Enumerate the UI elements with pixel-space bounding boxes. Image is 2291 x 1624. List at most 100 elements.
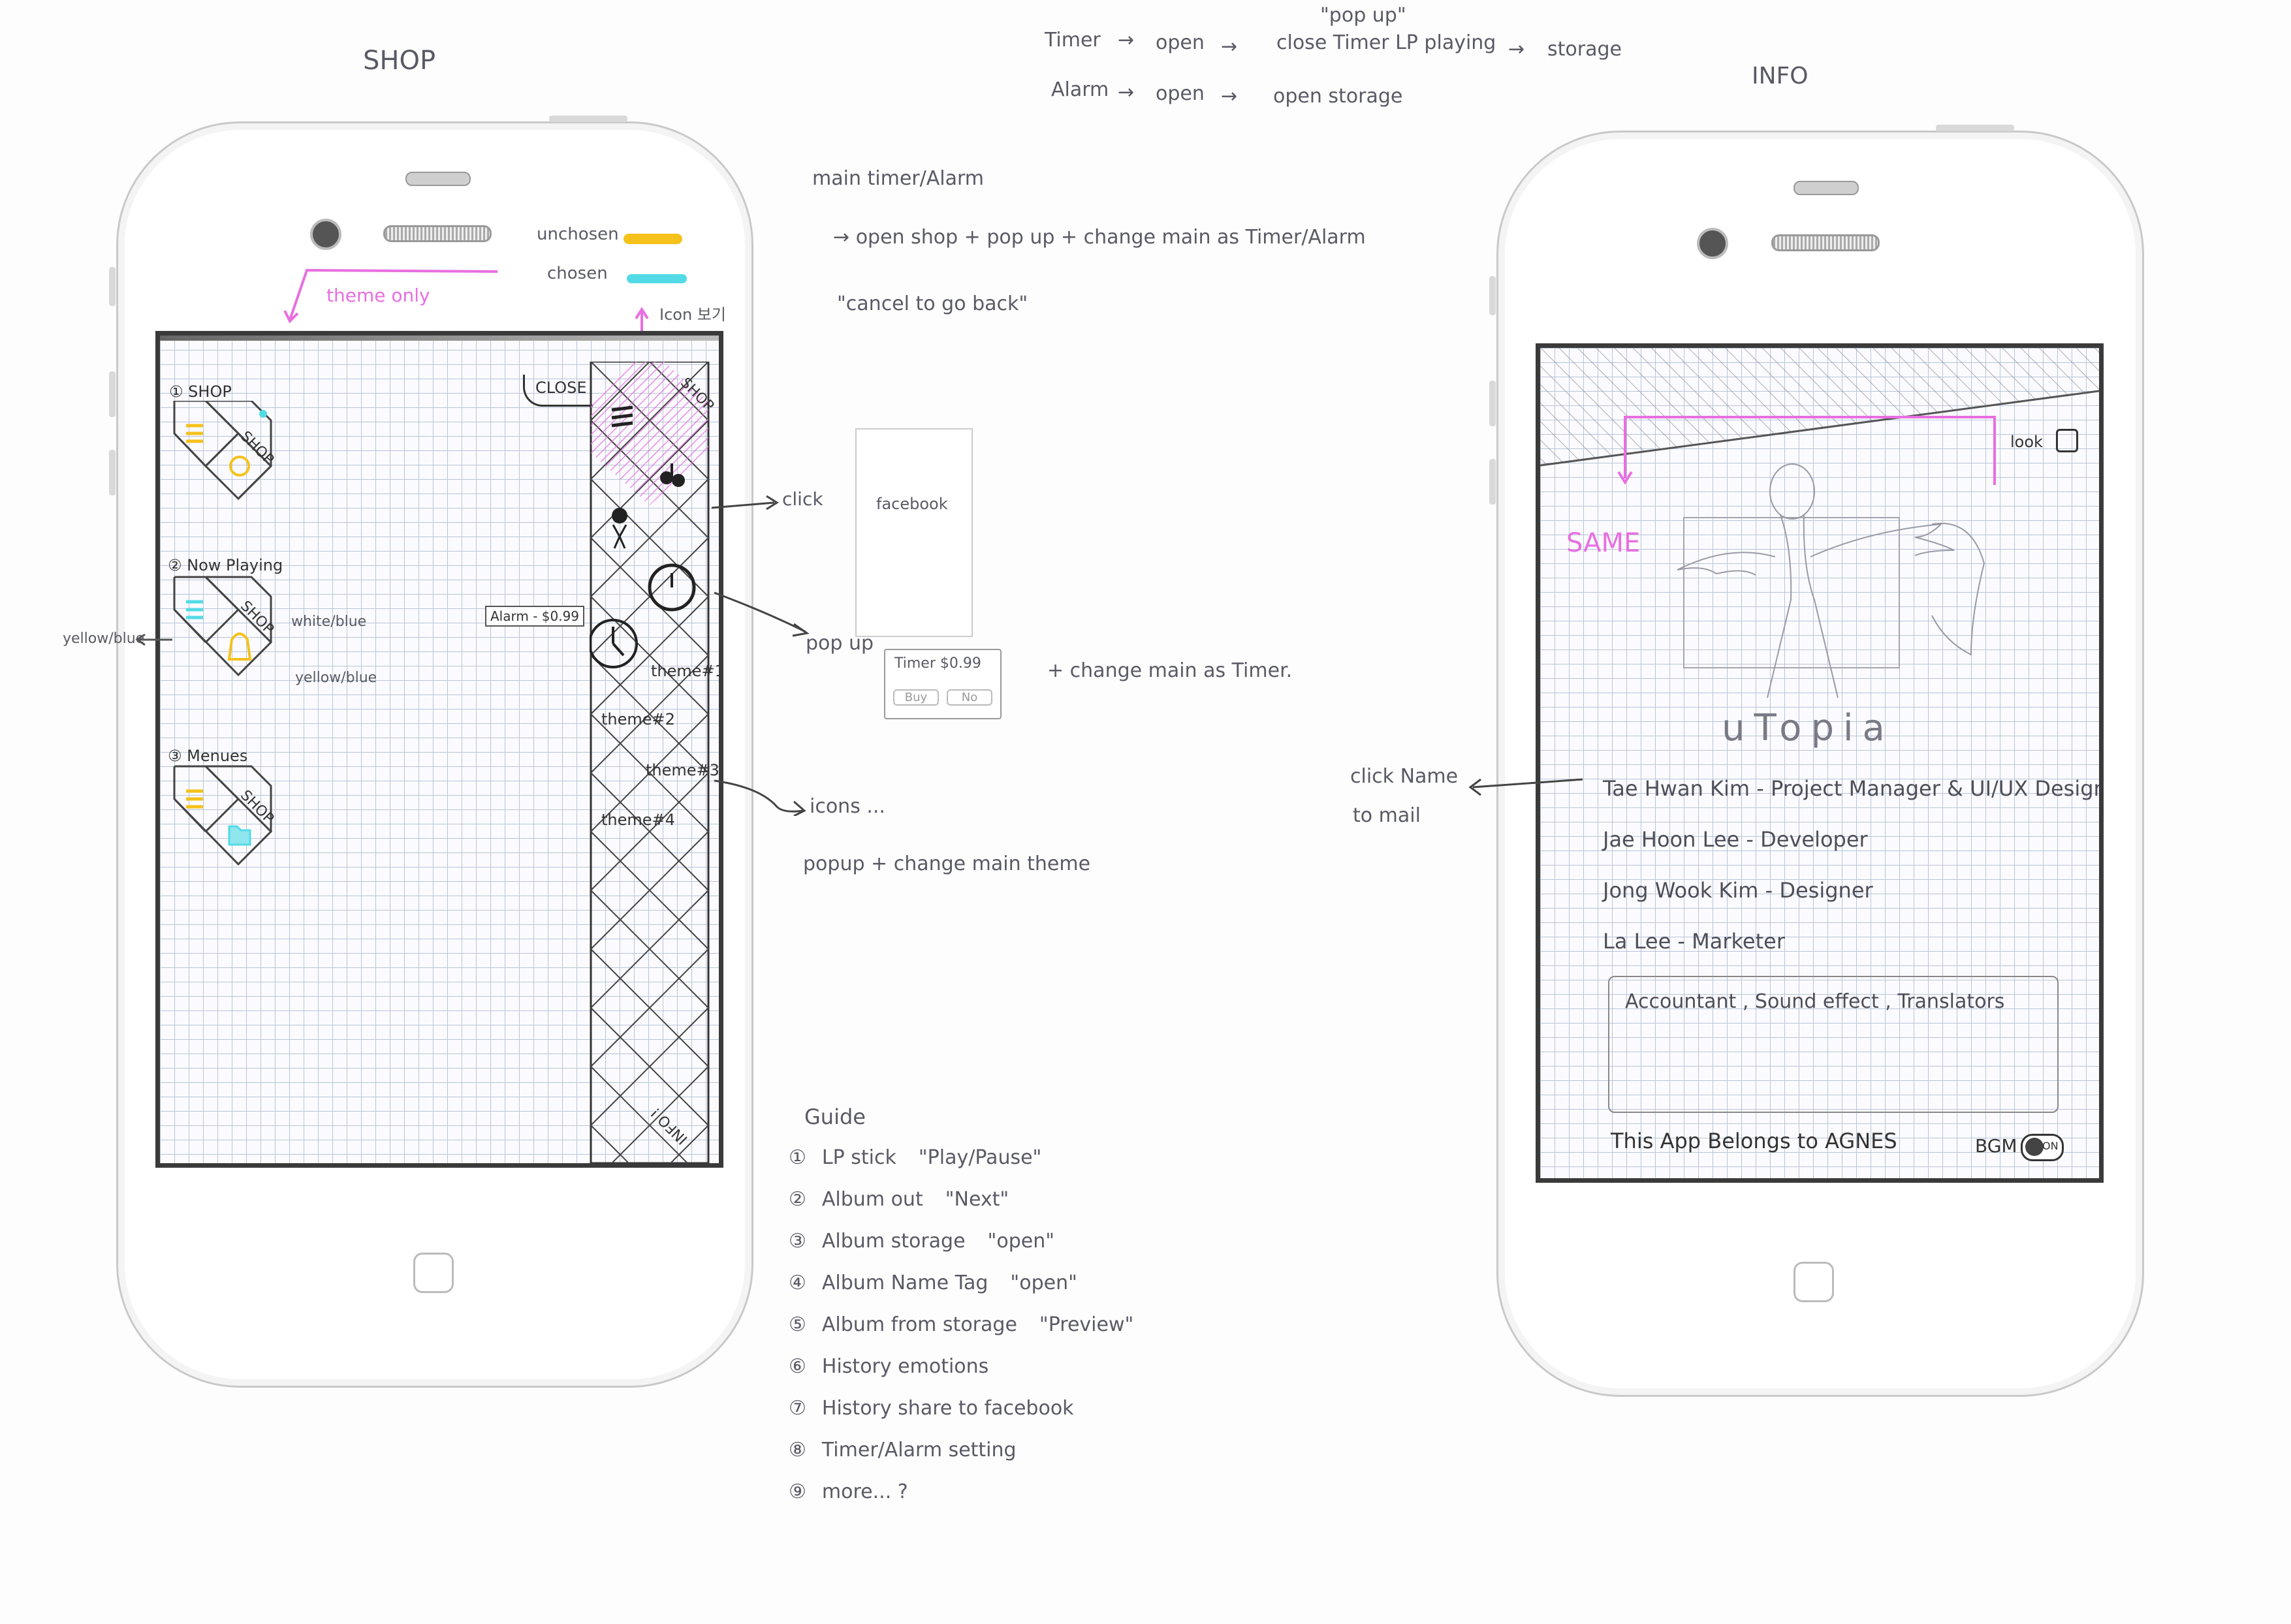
team-member-role: Project Manager & UI/UX Designer bbox=[1770, 776, 2104, 801]
team-member-row[interactable]: Jong Wook Kim - Designer bbox=[1603, 865, 2099, 916]
dash-separator: - bbox=[1750, 776, 1771, 801]
bgm-toggle[interactable]: ON bbox=[2021, 1134, 2064, 1161]
guide-item: ⑦ History share to facebook bbox=[789, 1388, 1376, 1429]
close-button-label: CLOSE bbox=[535, 379, 587, 397]
guide-item-action: "open" bbox=[1010, 1272, 1077, 1294]
earpiece-speaker bbox=[1793, 181, 1859, 195]
look-label: look bbox=[2010, 433, 2043, 451]
team-member-row[interactable]: Jae Hoon Lee - Developer bbox=[1603, 814, 2099, 865]
facebook-popup-mock: facebook bbox=[855, 428, 973, 637]
team-member-name[interactable]: Jong Wook Kim bbox=[1603, 878, 1758, 903]
guide-item: ⑥ History emotions bbox=[789, 1346, 1376, 1388]
menu-lines-icon[interactable] bbox=[186, 600, 203, 619]
change-main-note: + change main as Timer. bbox=[1047, 659, 1293, 682]
bgm-label: BGM bbox=[1975, 1135, 2017, 1157]
side-button bbox=[109, 371, 116, 417]
guide-item-number: ⑤ bbox=[789, 1313, 806, 1336]
popup-no-button[interactable]: No bbox=[947, 689, 992, 706]
guide-list: Guide ① LP stick "Play/Pause" ② Album out "Ne… bbox=[789, 1097, 1376, 1513]
popup-buy-button[interactable]: Buy bbox=[893, 689, 939, 706]
guide-item-action: "Play/Pause" bbox=[918, 1146, 1042, 1169]
icon-note: Icon 보기 bbox=[659, 305, 726, 324]
alarm-clock-icon[interactable] bbox=[590, 619, 638, 668]
legend-unchosen-swatch bbox=[624, 234, 682, 244]
icons-arrow bbox=[714, 779, 806, 816]
app-title: uTopia bbox=[1722, 707, 1894, 749]
legend-chosen-swatch bbox=[627, 274, 687, 283]
theme-only-note: theme only bbox=[326, 285, 430, 306]
screen-top-bar bbox=[160, 336, 719, 341]
legend-unchosen-label: unchosen bbox=[537, 225, 619, 244]
info-screen: look SAME uTopia Tae Hwan Kim - Project … bbox=[1536, 343, 2104, 1183]
menu-lines-icon[interactable] bbox=[186, 424, 203, 443]
credits-box: Accountant , Sound effect , Translators bbox=[1608, 976, 2059, 1113]
guide-item: ③ Album storage "open" bbox=[789, 1221, 1376, 1262]
bgm-toggle-knob bbox=[2025, 1138, 2044, 1156]
theme-1-label[interactable]: theme#1 bbox=[651, 662, 719, 680]
theme-2-label[interactable]: theme#2 bbox=[601, 710, 675, 728]
guide-item-number: ⑥ bbox=[789, 1355, 806, 1378]
flow-alarm: Alarm bbox=[1051, 78, 1109, 101]
white-blue-label: white/blue bbox=[291, 614, 367, 630]
theme-4-label[interactable]: theme#4 bbox=[601, 811, 675, 829]
side-button bbox=[109, 450, 116, 495]
guide-item-text: more... ? bbox=[821, 1480, 908, 1503]
credits-text: Accountant , Sound effect , Translators bbox=[1625, 990, 2005, 1013]
theme-3-label[interactable]: theme#3 bbox=[646, 761, 719, 779]
click-arrow bbox=[711, 495, 779, 510]
team-member-role: Developer bbox=[1760, 827, 1868, 852]
earpiece-speaker bbox=[405, 172, 471, 186]
coin-icon[interactable] bbox=[229, 456, 250, 476]
guide-item: ① LP stick "Play/Pause" bbox=[789, 1137, 1376, 1179]
flow-arrow: → bbox=[1118, 81, 1135, 104]
flow-open-storage: open storage bbox=[1273, 85, 1403, 108]
guide-item: ⑨ more... ? bbox=[789, 1471, 1376, 1513]
arrow-glyph: → bbox=[833, 226, 856, 249]
timer-popup-mock: Timer $0.99 Buy No bbox=[884, 649, 1002, 719]
popup-note: pop up bbox=[806, 632, 874, 655]
stopwatch-icon[interactable] bbox=[648, 563, 696, 612]
folder-icon[interactable] bbox=[228, 825, 251, 846]
front-camera bbox=[1697, 228, 1728, 259]
team-member-name[interactable]: Tae Hwan Kim bbox=[1603, 776, 1750, 801]
home-button[interactable] bbox=[413, 1253, 454, 1293]
flow-timer-open: open bbox=[1156, 31, 1205, 54]
flow-arrow: → bbox=[1221, 35, 1238, 58]
flow-arrow: → bbox=[1508, 38, 1525, 61]
team-member-name[interactable]: Jae Hoon Lee bbox=[1603, 827, 1739, 852]
speaker-grille bbox=[1771, 234, 1880, 251]
guide-item-action: "Next" bbox=[945, 1188, 1009, 1211]
angel-illustration bbox=[1677, 463, 1985, 698]
shop-section-tiles bbox=[173, 401, 273, 866]
side-button bbox=[109, 267, 116, 306]
guide-item-number: ① bbox=[789, 1146, 806, 1169]
home-button[interactable] bbox=[1793, 1262, 1834, 1302]
menu-lines-icon[interactable] bbox=[186, 789, 203, 809]
guide-item: ② Album out "Next" bbox=[789, 1179, 1376, 1221]
team-member-row[interactable]: Tae Hwan Kim - Project Manager & UI/UX D… bbox=[1603, 763, 2104, 814]
icons-note: icons ... bbox=[810, 795, 885, 818]
guide-item: ⑤ Album from storage "Preview" bbox=[789, 1304, 1376, 1346]
note-open-shop: → open shop + pop up + change main as Ti… bbox=[833, 226, 1366, 249]
speaker-grille bbox=[383, 225, 492, 242]
guide-item-text: Timer/Alarm setting bbox=[821, 1439, 1017, 1461]
yellow-blue-right-label: yellow/blue bbox=[295, 670, 377, 686]
side-button bbox=[1936, 125, 2014, 131]
alarm-price-tag[interactable]: Alarm - $0.99 bbox=[485, 606, 585, 627]
guide-item: ⑧ Timer/Alarm setting bbox=[789, 1429, 1376, 1471]
guide-item-text: Album Name Tag bbox=[821, 1272, 988, 1294]
team-member-name[interactable]: La Lee bbox=[1603, 929, 1671, 954]
guide-item-number: ⑦ bbox=[789, 1397, 806, 1420]
bag-icon[interactable] bbox=[227, 632, 252, 661]
guide-item: ④ Album Name Tag "open" bbox=[789, 1262, 1376, 1304]
footer-text: This App Belongs to AGNES bbox=[1611, 1129, 1897, 1153]
team-member-role: Designer bbox=[1779, 878, 1873, 903]
team-list: Tae Hwan Kim - Project Manager & UI/UX D… bbox=[1603, 763, 2104, 967]
popup-arrow bbox=[714, 591, 810, 637]
figure-icon[interactable] bbox=[612, 508, 627, 549]
hand-icon bbox=[2056, 429, 2078, 452]
team-member-row[interactable]: La Lee - Marketer bbox=[1603, 916, 2099, 967]
shop-page-title: SHOP bbox=[363, 46, 436, 76]
close-button[interactable]: CLOSE bbox=[523, 375, 593, 407]
guide-item-number: ③ bbox=[789, 1230, 806, 1253]
